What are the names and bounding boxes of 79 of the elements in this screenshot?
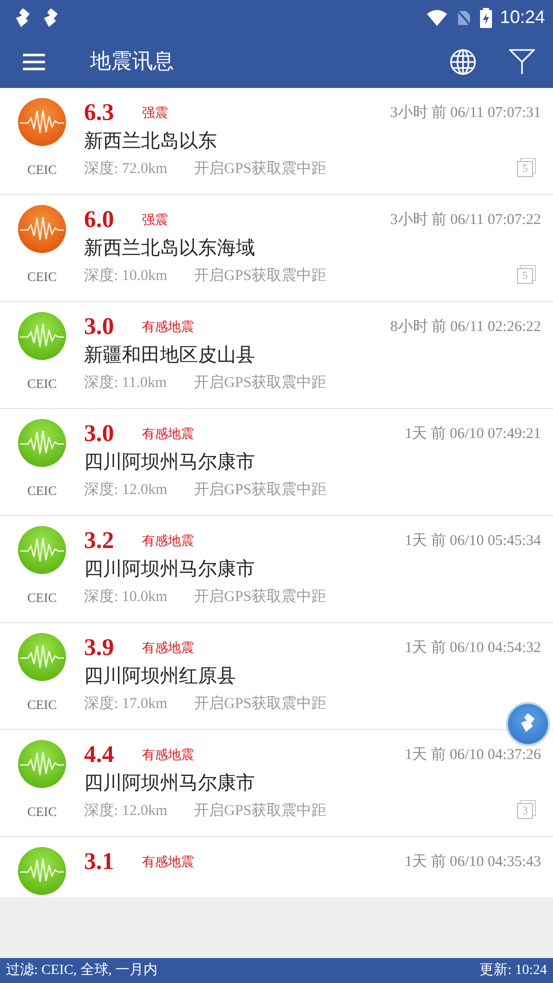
- gps-distance-hint: 开启GPS获取震中距: [194, 587, 327, 607]
- event-time: 1天 前 06/10 04:37:26: [404, 746, 541, 765]
- event-time: 1天 前 06/10 05:45:34: [404, 532, 541, 551]
- intensity-label: 有感地震: [142, 425, 194, 444]
- location-name: 新西兰北岛以东海域: [84, 237, 256, 261]
- location-name: 四川阿坝州马尔康市: [84, 772, 256, 796]
- earthquake-list-item[interactable]: CEIC 3.2 有感地震 1天 前 06/10 05:45:34 四川阿坝州马尔康市 深度: 10.0km 开启GPS获取震中距: [0, 516, 553, 623]
- source-label: CEIC: [27, 696, 57, 714]
- menu-icon[interactable]: [22, 52, 46, 70]
- floating-brush-button[interactable]: [506, 702, 550, 746]
- seismic-wave-icon: [18, 847, 66, 895]
- source-label: CEIC: [27, 268, 57, 286]
- location-name: 四川阿坝州红原县: [84, 665, 237, 689]
- depth-text: 深度: 17.0km: [84, 694, 168, 714]
- report-count: 5: [517, 268, 533, 284]
- depth-text: 深度: 11.0km: [84, 373, 168, 393]
- intensity-label: 有感地震: [142, 318, 194, 336]
- source-label: CEIC: [27, 589, 57, 607]
- magnitude: 6.0: [84, 206, 115, 235]
- intensity-label: 有感地震: [142, 532, 194, 550]
- magnitude: 3.0: [84, 420, 115, 449]
- magnitude: 3.2: [84, 527, 115, 556]
- magnitude: 3.1: [84, 848, 115, 877]
- magnitude: 3.0: [84, 313, 115, 342]
- depth-text: 深度: 12.0km: [84, 801, 168, 821]
- source-label: CEIC: [27, 161, 57, 179]
- filter-icon[interactable]: [509, 48, 535, 74]
- depth-text: 深度: 10.0km: [84, 266, 168, 286]
- event-time: 1天 前 06/10 04:35:43: [404, 852, 541, 872]
- earthquake-list-item[interactable]: CEIC 6.3 强震 3小时 前 06/11 07:07:31 新西兰北岛以东 深度: 72.0km 开启GPS获取震中距 5: [0, 88, 553, 195]
- depth-text: 深度: 12.0km: [84, 480, 168, 500]
- event-time: 1天 前 06/10 07:49:21: [404, 424, 541, 444]
- magnitude: 3.9: [84, 634, 115, 663]
- status-time: 10:24: [500, 6, 545, 29]
- seismic-wave-icon: [18, 526, 66, 574]
- magnitude: 4.4: [84, 741, 115, 770]
- event-time: 3小时 前 06/11 07:07:22: [390, 210, 541, 230]
- seismic-wave-icon: [18, 633, 66, 681]
- seismic-wave-icon: [18, 312, 66, 360]
- intensity-label: 有感地震: [142, 746, 194, 764]
- source-label: CEIC: [27, 482, 57, 500]
- seismic-wave-icon: [18, 740, 66, 788]
- earthquake-list-item[interactable]: CEIC 3.0 有感地震 1天 前 06/10 07:49:21 四川阿坝州马尔康市 深度: 12.0km 开启GPS获取震中距: [0, 409, 553, 516]
- location-name: 新疆和田地区皮山县: [84, 344, 256, 368]
- earthquake-list-item[interactable]: CEIC 6.0 强震 3小时 前 06/11 07:07:22 新西兰北岛以东海域 深度: 10.0km 开启GPS获取震中距 5: [0, 195, 553, 302]
- globe-icon[interactable]: [450, 48, 476, 74]
- gps-distance-hint: 开启GPS获取震中距: [194, 801, 327, 821]
- gps-distance-hint: 开启GPS获取震中距: [194, 159, 327, 179]
- app-title: 地震讯息: [90, 48, 174, 75]
- wifi-icon: [426, 8, 448, 26]
- event-time: 8小时 前 06/11 02:26:22: [390, 318, 541, 337]
- depth-text: 深度: 72.0km: [84, 159, 168, 179]
- intensity-label: 强震: [142, 104, 168, 122]
- intensity-label: 有感地震: [142, 853, 194, 872]
- source-label: CEIC: [27, 375, 57, 393]
- report-count: 3: [517, 803, 533, 819]
- intensity-label: 强震: [142, 211, 168, 230]
- seismic-wave-icon: [18, 419, 66, 467]
- battery-charging-icon: [480, 8, 492, 28]
- intensity-label: 有感地震: [142, 639, 194, 658]
- location-name: 新西兰北岛以东: [84, 130, 218, 154]
- no-sim-icon: [456, 8, 472, 26]
- filter-summary: 过滤: CEIC, 全球, 一月内: [6, 962, 158, 980]
- gps-distance-hint: 开启GPS获取震中距: [194, 373, 327, 393]
- location-name: 四川阿坝州马尔康市: [84, 451, 256, 475]
- location-name: 四川阿坝州马尔康市: [84, 558, 256, 582]
- earthquake-list-item[interactable]: CEIC 3.0 有感地震 8小时 前 06/11 02:26:22 新疆和田地区皮山县 深度: 11.0km 开启GPS获取震中距: [0, 302, 553, 409]
- source-label: CEIC: [27, 803, 57, 821]
- report-count: 5: [517, 161, 533, 177]
- depth-text: 深度: 10.0km: [84, 587, 168, 607]
- magnitude: 6.3: [84, 99, 115, 128]
- gps-distance-hint: 开启GPS获取震中距: [194, 480, 327, 500]
- seismic-wave-icon: [18, 98, 66, 146]
- seismic-wave-icon: [18, 205, 66, 253]
- event-time: 3小时 前 06/11 07:07:31: [390, 104, 541, 123]
- update-time: 更新: 10:24: [480, 961, 547, 980]
- gps-distance-hint: 开启GPS获取震中距: [194, 694, 327, 714]
- event-time: 1天 前 06/10 04:54:32: [404, 638, 541, 658]
- gps-distance-hint: 开启GPS获取震中距: [194, 266, 327, 286]
